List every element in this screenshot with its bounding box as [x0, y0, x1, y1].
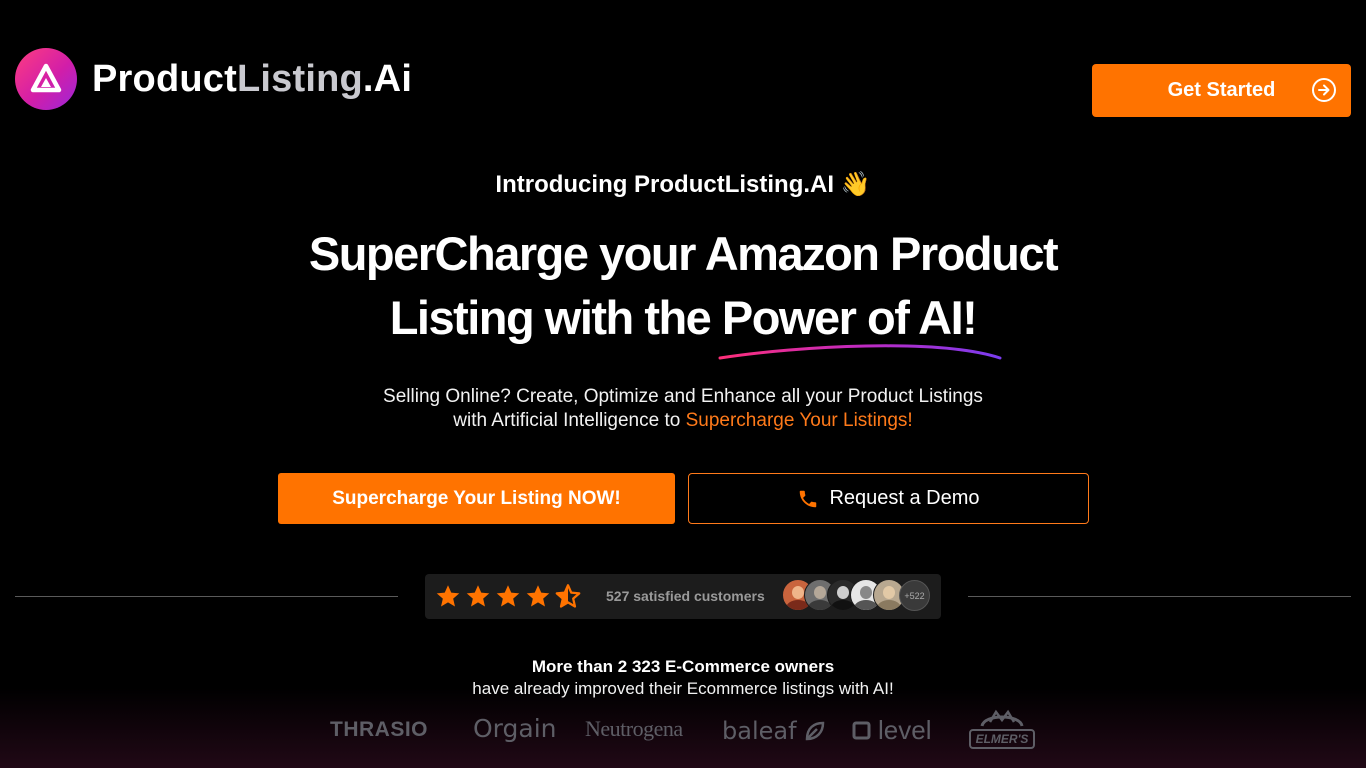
subtext-line-2: with Artificial Intelligence to Supercha… — [0, 409, 1366, 433]
logo-text: ProductListing.Ai — [92, 58, 412, 101]
subtext-line-1: Selling Online? Create, Optimize and Enh… — [383, 386, 983, 407]
request-demo-button[interactable]: Request a Demo — [688, 473, 1089, 524]
brand-logo-neutrogena: Neutrogena — [585, 716, 683, 741]
level-square-icon — [852, 721, 871, 740]
arrow-right-circle-icon — [1311, 77, 1337, 109]
star-icon — [496, 585, 520, 607]
owners-improved-text: have already improved their Ecommerce li… — [472, 679, 894, 698]
rating-box: 527 satisfied customers +522 — [425, 574, 941, 619]
brand-logo-elmers: ELMER'S — [968, 708, 1036, 755]
brand-logo-elmers-text: ELMER'S — [975, 732, 1029, 746]
phone-icon — [797, 488, 819, 510]
supercharge-listing-label: Supercharge Your Listing NOW! — [332, 487, 621, 509]
brand-logo-orgain: Orgain — [473, 714, 557, 743]
star-rating — [434, 583, 584, 610]
more-customers-badge: +522 — [899, 580, 930, 611]
get-started-button[interactable]: Get Started — [1092, 64, 1351, 117]
logo-word-ai: .Ai — [362, 57, 413, 100]
brand-logo-level: level — [852, 715, 931, 746]
hero-subtext: Selling Online? Create, Optimize and Enh… — [0, 385, 1366, 433]
site-logo[interactable]: ProductListing.Ai — [15, 48, 412, 110]
logo-triangle-icon — [15, 48, 77, 110]
brand-logo-level-text: level — [878, 715, 932, 745]
star-icon — [436, 585, 460, 607]
logo-word-product: Product — [92, 57, 237, 100]
logo-word-listing: Listing — [236, 57, 363, 100]
headline-line-2: Listing with the Power of AI! — [389, 291, 978, 344]
headline-line-1: SuperCharge your Amazon Product — [308, 227, 1059, 280]
divider-left — [15, 596, 398, 597]
customer-avatars: +522 — [782, 579, 942, 613]
leaf-icon — [805, 721, 825, 741]
star-icon — [526, 585, 550, 607]
owners-count-text: More than 2 323 E-Commerce owners — [531, 657, 835, 676]
brand-logo-baleaf-text: baleaf — [722, 717, 797, 745]
divider-right — [968, 596, 1351, 597]
brand-logos: THRASIO Orgain Neutrogena baleaf level E… — [0, 708, 1366, 758]
hero-headline: SuperCharge your Amazon Product Listing … — [0, 222, 1366, 350]
star-icon — [466, 585, 490, 607]
request-demo-label: Request a Demo — [829, 487, 980, 509]
satisfied-customers-text: 527 satisfied customers — [606, 588, 765, 604]
intro-heading: Introducing ProductListing.AI 👋 — [495, 171, 871, 198]
subtext-accent: Supercharge Your Listings! — [685, 410, 913, 431]
supercharge-listing-button[interactable]: Supercharge Your Listing NOW! — [278, 473, 675, 524]
brand-logo-baleaf: baleaf — [722, 717, 826, 745]
headline-underline-swoosh — [718, 344, 1002, 360]
get-started-label: Get Started — [1167, 79, 1276, 101]
half-star-icon — [555, 584, 581, 608]
brand-logo-thrasio: THRASIO — [330, 718, 428, 741]
subtext-line-2-prefix: with Artificial Intelligence to — [453, 410, 686, 431]
